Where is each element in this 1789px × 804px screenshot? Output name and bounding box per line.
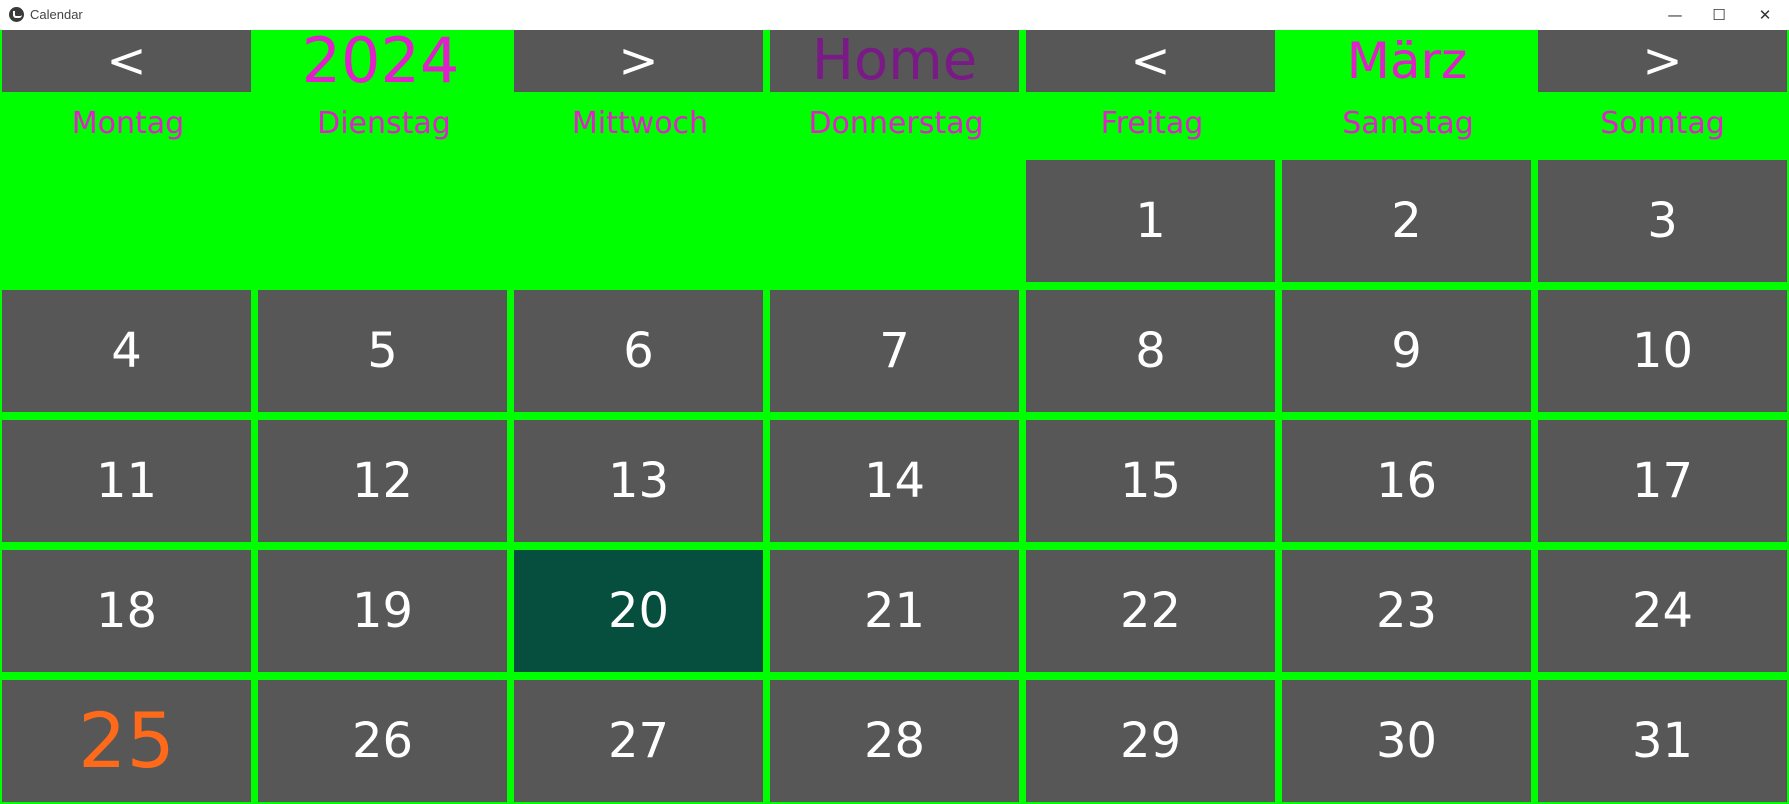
- day-cell[interactable]: 26: [258, 680, 507, 802]
- day-cell[interactable]: 17: [1538, 420, 1787, 542]
- calendar-view: < 2024 > Home < März > Montag Dienstag M…: [0, 30, 1789, 804]
- day-cell[interactable]: 15: [1026, 420, 1275, 542]
- maximize-button[interactable]: ☐: [1696, 0, 1742, 30]
- day-cell[interactable]: 1: [1026, 160, 1275, 282]
- minimize-button[interactable]: —: [1652, 0, 1698, 30]
- day-cell[interactable]: 24: [1538, 550, 1787, 672]
- prev-year-button[interactable]: <: [2, 30, 251, 92]
- weekday-label: Donnerstag: [808, 106, 984, 141]
- day-cell[interactable]: 28: [770, 680, 1019, 802]
- day-cell[interactable]: 5: [258, 290, 507, 412]
- day-cell-today[interactable]: 25: [2, 680, 251, 802]
- day-cell[interactable]: 31: [1538, 680, 1787, 802]
- weekday-label: Mittwoch: [571, 106, 709, 141]
- day-cell[interactable]: 4: [2, 290, 251, 412]
- next-month-button[interactable]: >: [1538, 30, 1787, 92]
- day-cell[interactable]: 12: [258, 420, 507, 542]
- day-cell[interactable]: 21: [770, 550, 1019, 672]
- day-cell[interactable]: 8: [1026, 290, 1275, 412]
- month-label: März: [1278, 30, 1536, 92]
- day-cell[interactable]: 11: [2, 420, 251, 542]
- title-bar: Calendar — ☐ ✕: [0, 0, 1789, 30]
- day-cell[interactable]: 16: [1282, 420, 1531, 542]
- close-button[interactable]: ✕: [1742, 0, 1788, 30]
- weekday-label: Montag: [71, 106, 185, 141]
- day-cell[interactable]: 30: [1282, 680, 1531, 802]
- day-cell[interactable]: 29: [1026, 680, 1275, 802]
- window-title: Calendar: [30, 7, 83, 22]
- weekday-label: Freitag: [1100, 106, 1204, 141]
- day-cell[interactable]: 18: [2, 550, 251, 672]
- day-cell[interactable]: 14: [770, 420, 1019, 542]
- day-cell[interactable]: 22: [1026, 550, 1275, 672]
- day-cell[interactable]: 3: [1538, 160, 1787, 282]
- day-cell[interactable]: 7: [770, 290, 1019, 412]
- weekday-label: Samstag: [1342, 106, 1474, 141]
- year-label: 2024: [256, 30, 505, 92]
- day-cell[interactable]: 6: [514, 290, 763, 412]
- weekday-label: Dienstag: [317, 106, 451, 141]
- app-icon: [9, 7, 24, 22]
- day-cell[interactable]: 13: [514, 420, 763, 542]
- day-cell[interactable]: 9: [1282, 290, 1531, 412]
- weekday-label: Sonntag: [1600, 106, 1725, 141]
- day-cell[interactable]: 19: [258, 550, 507, 672]
- day-cell[interactable]: 10: [1538, 290, 1787, 412]
- day-cell-selected[interactable]: 20: [514, 550, 763, 672]
- day-cell[interactable]: 23: [1282, 550, 1531, 672]
- prev-month-button[interactable]: <: [1026, 30, 1275, 92]
- day-cell[interactable]: 27: [514, 680, 763, 802]
- next-year-button[interactable]: >: [514, 30, 763, 92]
- day-cell[interactable]: 2: [1282, 160, 1531, 282]
- home-button[interactable]: Home: [770, 30, 1019, 92]
